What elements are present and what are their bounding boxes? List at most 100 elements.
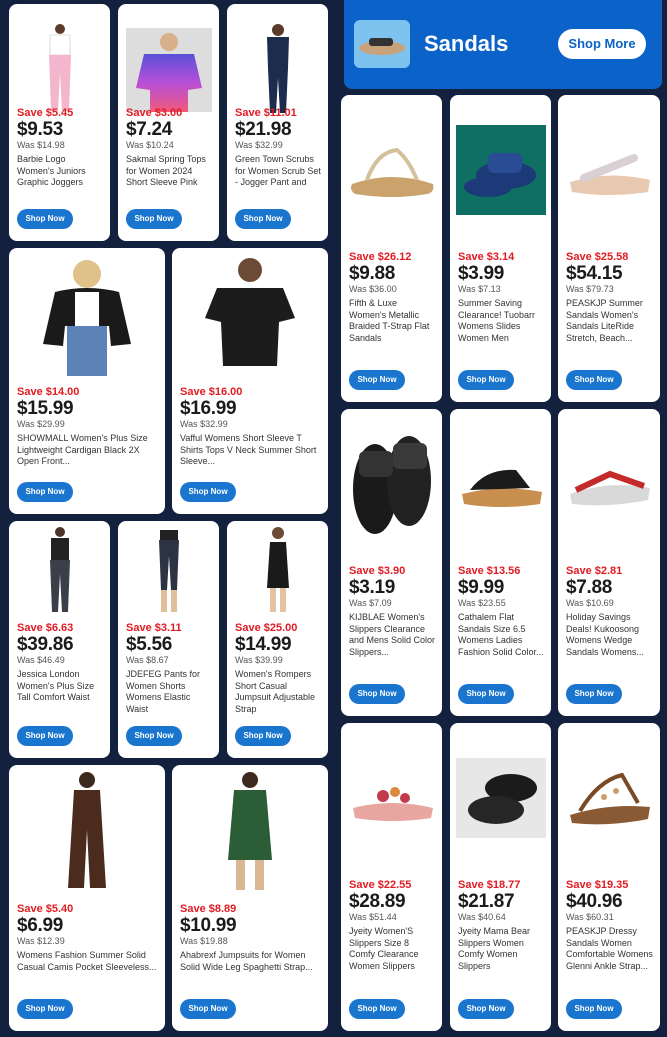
product-name[interactable]: Green Town Scrubs for Women Scrub Set - … <box>235 154 322 189</box>
product-image[interactable] <box>341 95 442 245</box>
shop-now-button[interactable]: Shop Now <box>126 209 182 229</box>
product-name[interactable]: Barbie Logo Women's Juniors Graphic Jogg… <box>17 154 104 189</box>
product-name[interactable]: Women's Rompers Short Casual Jumpsuit Ad… <box>235 669 322 715</box>
current-price: $7.88 <box>566 577 613 598</box>
savings-label: Save $25.58 <box>566 251 629 263</box>
product-image[interactable] <box>227 521 328 621</box>
product-name[interactable]: PEASKJP Dressy Sandals Women Comfortable… <box>566 926 654 972</box>
product-name[interactable]: SHOWMALL Women's Plus Size Lightweight C… <box>17 433 159 468</box>
shop-more-button[interactable]: Shop More <box>558 29 646 59</box>
product-image[interactable] <box>558 95 660 245</box>
product-name[interactable]: KIJBLAE Women's Slippers Clearance and M… <box>349 612 436 658</box>
shop-now-button[interactable]: Shop Now <box>458 684 514 704</box>
banner-title: Sandals <box>424 31 509 56</box>
product-name[interactable]: Jyeity Mama Bear Slippers Women Comfy Wo… <box>458 926 545 972</box>
product-card[interactable]: Save $5.40 $6.99 Was $12.39 Womens Fashion … <box>9 765 165 1031</box>
product-card[interactable]: Save $11.01 $21.98 Was $32.99 Green Town Sc… <box>227 4 328 241</box>
current-price: $15.99 <box>17 398 74 419</box>
product-card[interactable]: Save $3.90 $3.19 Was $7.09 KIJBLAE Women's … <box>341 409 442 716</box>
current-price: $9.99 <box>458 577 505 598</box>
current-price: $40.96 <box>566 891 623 912</box>
shop-now-button[interactable]: Shop Now <box>235 726 291 746</box>
savings-label: Save $11.01 <box>235 107 297 119</box>
shop-now-button[interactable]: Shop Now <box>349 999 405 1019</box>
product-card[interactable]: Save $13.56 $9.99 Was $23.55 Cathalem Flat … <box>450 409 551 716</box>
product-image[interactable] <box>172 248 328 383</box>
shop-now-button[interactable]: Shop Now <box>349 684 405 704</box>
product-name[interactable]: Sakmal Spring Tops for Women 2024 Short … <box>126 154 213 189</box>
shop-now-button[interactable]: Shop Now <box>180 482 236 502</box>
shop-now-button[interactable]: Shop Now <box>17 482 73 502</box>
product-card[interactable]: Save $16.00 $16.99 Was $32.99 Vafful Womens… <box>172 248 328 514</box>
current-price: $54.15 <box>566 263 623 284</box>
was-price: Was $10.69 <box>566 598 614 608</box>
product-image[interactable] <box>450 723 551 873</box>
product-name[interactable]: Holiday Savings Deals! Kukoosong Womens … <box>566 612 654 658</box>
product-card[interactable]: Save $2.81 $7.88 Was $10.69 Holiday Savings… <box>558 409 660 716</box>
was-price: Was $39.99 <box>235 655 283 665</box>
product-card[interactable]: Save $5.45 $9.53 Was $14.98 Barbie Logo Wom… <box>9 4 110 241</box>
product-name[interactable]: Jyeity Women'S Slippers Size 8 Comfy Cle… <box>349 926 436 972</box>
product-name[interactable]: Summer Saving Clearance! Tuobarr Womens … <box>458 298 545 344</box>
shop-now-button[interactable]: Shop Now <box>17 726 73 746</box>
savings-label: Save $3.11 <box>126 622 182 634</box>
product-name[interactable]: Fifth & Luxe Women's Metallic Braided T-… <box>349 298 436 344</box>
product-card[interactable]: Save $22.55 $28.89 Was $51.44 Jyeity Women'… <box>341 723 442 1031</box>
shop-now-button[interactable]: Shop Now <box>235 209 291 229</box>
shop-now-button[interactable]: Shop Now <box>180 999 236 1019</box>
product-card[interactable]: Save $3.14 $3.99 Was $7.13 Summer Saving Cl… <box>450 95 551 402</box>
product-image[interactable] <box>558 409 660 559</box>
shop-now-button[interactable]: Shop Now <box>17 209 73 229</box>
product-image[interactable] <box>118 521 219 621</box>
product-card[interactable]: Save $3.11 $5.56 Was $8.67 JDEFEG Pants for… <box>118 521 219 758</box>
savings-label: Save $14.00 <box>17 386 80 398</box>
current-price: $7.24 <box>126 119 173 140</box>
shop-now-button[interactable]: Shop Now <box>458 370 514 390</box>
savings-label: Save $3.90 <box>349 565 406 577</box>
product-image[interactable] <box>450 409 551 559</box>
product-card[interactable]: Save $3.00 $7.24 Was $10.24 Sakmal Spring T… <box>118 4 219 241</box>
product-card[interactable]: Save $25.58 $54.15 Was $79.73 PEASKJP Summe… <box>558 95 660 402</box>
sandal-thumbnail <box>354 20 410 68</box>
product-image[interactable] <box>9 521 110 621</box>
product-name[interactable]: Vafful Womens Short Sleeve T Shirts Tops… <box>180 433 322 468</box>
product-name[interactable]: JDEFEG Pants for Women Shorts Womens Ela… <box>126 669 213 715</box>
shop-now-button[interactable]: Shop Now <box>566 999 622 1019</box>
was-price: Was $7.13 <box>458 284 501 294</box>
product-name[interactable]: Cathalem Flat Sandals Size 6.5 Womens La… <box>458 612 545 658</box>
product-card[interactable]: Save $18.77 $21.87 Was $40.64 Jyeity Mama B… <box>450 723 551 1031</box>
product-image[interactable] <box>9 765 165 900</box>
product-card[interactable]: Save $6.63 $39.86 Was $46.49 Jessica London… <box>9 521 110 758</box>
product-card[interactable]: Save $26.12 $9.88 Was $36.00 Fifth & Luxe W… <box>341 95 442 402</box>
product-card[interactable]: Save $19.35 $40.96 Was $60.31 PEASKJP Dress… <box>558 723 660 1031</box>
current-price: $9.88 <box>349 263 396 284</box>
shop-now-button[interactable]: Shop Now <box>566 370 622 390</box>
product-image[interactable] <box>450 95 551 245</box>
shop-now-button[interactable]: Shop Now <box>458 999 514 1019</box>
product-image[interactable] <box>172 765 328 900</box>
product-image[interactable] <box>9 248 165 383</box>
product-name[interactable]: Jessica London Women's Plus Size Tall Co… <box>17 669 104 704</box>
was-price: Was $10.24 <box>126 140 174 150</box>
product-name[interactable]: Womens Fashion Summer Solid Casual Camis… <box>17 950 159 973</box>
savings-label: Save $16.00 <box>180 386 243 398</box>
current-price: $10.99 <box>180 915 237 936</box>
product-image[interactable] <box>341 409 442 559</box>
sandals-banner[interactable]: Sandals Shop More <box>344 0 662 89</box>
shop-now-button[interactable]: Shop Now <box>349 370 405 390</box>
savings-label: Save $13.56 <box>458 565 521 577</box>
was-price: Was $29.99 <box>17 419 65 429</box>
product-image[interactable] <box>558 723 660 873</box>
shop-now-button[interactable]: Shop Now <box>17 999 73 1019</box>
product-name[interactable]: PEASKJP Summer Sandals Women's Sandals L… <box>566 298 654 344</box>
shop-now-button[interactable]: Shop Now <box>126 726 182 746</box>
current-price: $21.98 <box>235 119 292 140</box>
was-price: Was $46.49 <box>17 655 65 665</box>
savings-label: Save $5.45 <box>17 107 74 119</box>
product-card[interactable]: Save $8.89 $10.99 Was $19.88 Ahabrexf Jumps… <box>172 765 328 1031</box>
shop-now-button[interactable]: Shop Now <box>566 684 622 704</box>
product-image[interactable] <box>341 723 442 873</box>
product-card[interactable]: Save $14.00 $15.99 Was $29.99 SHOWMALL Wome… <box>9 248 165 514</box>
product-card[interactable]: Save $25.00 $14.99 Was $39.99 Women's Rompe… <box>227 521 328 758</box>
product-name[interactable]: Ahabrexf Jumpsuits for Women Solid Wide … <box>180 950 322 973</box>
